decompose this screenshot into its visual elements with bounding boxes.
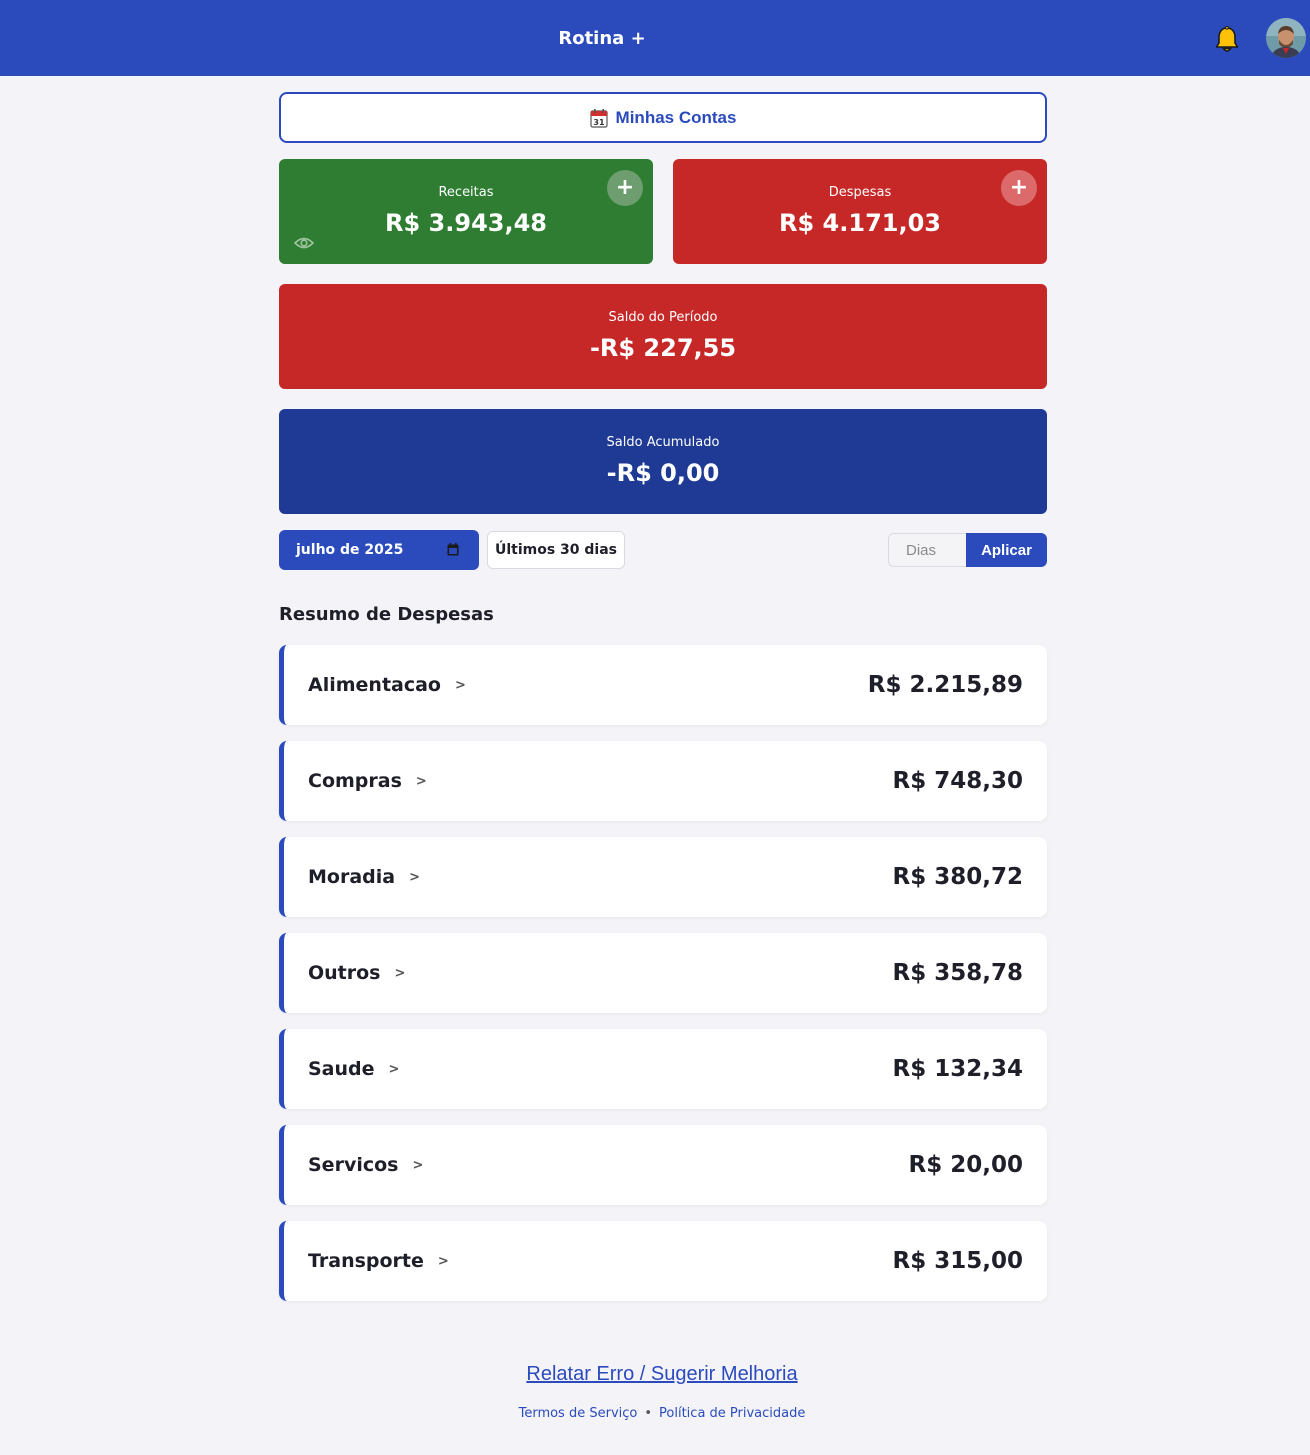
category-name: Outros: [308, 962, 381, 984]
chevron-right-icon: >: [437, 1253, 449, 1269]
minhas-contas-button[interactable]: 31 Minhas Contas: [279, 92, 1047, 143]
svg-text:31: 31: [593, 118, 605, 127]
user-avatar[interactable]: [1266, 18, 1306, 58]
saldo-periodo-label: Saldo do Período: [608, 310, 718, 325]
category-value: R$ 380,72: [892, 864, 1023, 890]
category-row-transporte[interactable]: Transporte > R$ 315,00: [279, 1221, 1047, 1301]
month-picker-value: julho de 2025: [296, 542, 404, 558]
resumo-title: Resumo de Despesas: [279, 604, 494, 625]
category-row-saude[interactable]: Saude > R$ 132,34: [279, 1029, 1047, 1109]
category-name: Moradia: [308, 866, 396, 888]
privacy-link[interactable]: Política de Privacidade: [659, 1406, 805, 1421]
category-row-compras[interactable]: Compras > R$ 748,30: [279, 741, 1047, 821]
calendar-icon: 31: [589, 108, 608, 128]
last-30-days-button[interactable]: Últimos 30 dias: [487, 531, 625, 569]
footer-separator: •: [644, 1406, 653, 1421]
app-title: Rotina +: [558, 28, 646, 49]
chevron-right-icon: >: [415, 773, 427, 789]
top-bar: Rotina +: [0, 0, 1310, 76]
chevron-right-icon: >: [409, 869, 420, 885]
chevron-right-icon: >: [454, 677, 466, 693]
chevron-right-icon: >: [388, 1061, 400, 1077]
saldo-periodo-value: -R$ 227,55: [589, 334, 737, 362]
report-bug-link[interactable]: Relatar Erro / Sugerir Melhoria: [526, 1363, 797, 1385]
receitas-card: Receitas R$ 3.943,48 +: [279, 159, 653, 264]
category-name: Saude: [308, 1058, 375, 1080]
category-value: R$ 2.215,89: [867, 672, 1023, 698]
footer-report: Relatar Erro / Sugerir Melhoria: [0, 1363, 1310, 1386]
category-list: Alimentacao > R$ 2.215,89 Compras > R$ 748…: [279, 645, 1047, 1317]
chevron-right-icon: >: [394, 965, 406, 981]
category-value: R$ 132,34: [892, 1056, 1023, 1082]
category-value: R$ 358,78: [892, 960, 1023, 986]
receitas-value: R$ 3.943,48: [385, 209, 547, 237]
month-picker[interactable]: julho de 2025: [279, 530, 479, 570]
category-name: Transporte: [308, 1250, 424, 1272]
saldo-acumulado-value: -R$ 0,00: [606, 459, 720, 487]
add-despesa-button[interactable]: +: [1001, 170, 1037, 206]
receitas-label: Receitas: [438, 185, 494, 200]
category-name: Alimentacao: [308, 674, 441, 696]
eye-icon[interactable]: [293, 235, 315, 251]
category-name: Servicos: [308, 1154, 399, 1176]
calendar-picker-icon[interactable]: [447, 543, 459, 556]
category-row-servicos[interactable]: Servicos > R$ 20,00: [279, 1125, 1047, 1205]
saldo-acumulado-card: Saldo Acumulado -R$ 0,00: [279, 409, 1047, 514]
minhas-contas-label: Minhas Contas: [615, 107, 737, 127]
despesas-label: Despesas: [828, 185, 892, 200]
category-name: Compras: [308, 770, 402, 792]
apply-button[interactable]: Aplicar: [966, 533, 1047, 567]
footer-legal: Termos de Serviço • Política de Privacidad…: [0, 1406, 1310, 1421]
category-value: R$ 20,00: [908, 1152, 1023, 1178]
category-value: R$ 748,30: [892, 768, 1023, 794]
category-row-alimentacao[interactable]: Alimentacao > R$ 2.215,89: [279, 645, 1047, 725]
add-receita-button[interactable]: +: [607, 170, 643, 206]
category-row-moradia[interactable]: Moradia > R$ 380,72: [279, 837, 1047, 917]
chevron-right-icon: >: [412, 1157, 424, 1173]
despesas-card: Despesas R$ 4.171,03 +: [673, 159, 1047, 264]
category-value: R$ 315,00: [892, 1248, 1023, 1274]
category-row-outros[interactable]: Outros > R$ 358,78: [279, 933, 1047, 1013]
saldo-periodo-card: Saldo do Período -R$ 227,55: [279, 284, 1047, 389]
dias-input[interactable]: [888, 533, 966, 567]
terms-link[interactable]: Termos de Serviço: [519, 1406, 638, 1421]
saldo-acumulado-label: Saldo Acumulado: [606, 435, 720, 450]
bell-icon[interactable]: [1212, 25, 1242, 55]
despesas-value: R$ 4.171,03: [779, 209, 941, 237]
